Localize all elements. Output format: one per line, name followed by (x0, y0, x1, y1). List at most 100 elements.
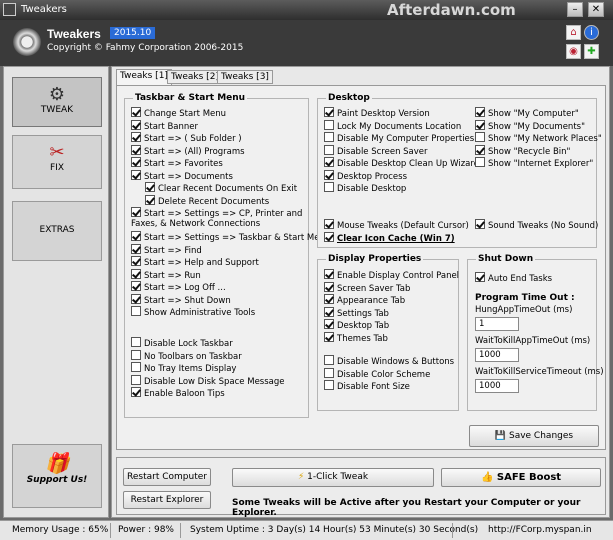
checkbox-change-start-menu[interactable]: Change Start Menu (131, 107, 226, 120)
checkbox-lock-my-documents[interactable]: Lock My Documents Location (324, 119, 461, 133)
checkbox-box[interactable] (131, 268, 141, 279)
checkbox-disable-cleanup-wizard[interactable]: Disable Desktop Clean Up Wizard (324, 157, 479, 170)
one-click-tweak-button[interactable]: ⚡ 1-Click Tweak (232, 468, 434, 487)
checkbox-box[interactable] (131, 256, 141, 266)
checkbox-run[interactable]: Start => Run (131, 268, 201, 282)
checkbox-box[interactable] (131, 306, 141, 316)
checkbox-box[interactable] (475, 107, 485, 117)
checkbox-mouse-tweaks[interactable]: Mouse Tweaks (Default Cursor) (324, 219, 469, 232)
checkbox-box[interactable] (131, 293, 141, 304)
checkbox-box[interactable] (131, 207, 141, 217)
checkbox-no-tray-items[interactable]: No Tray Items Display (131, 362, 236, 375)
checkbox-appearance-tab[interactable]: Appearance Tab (324, 294, 405, 307)
checkbox-all-programs[interactable]: Start => (All) Programs (131, 144, 245, 158)
support-us-button[interactable]: 🎁 Support Us! (12, 444, 102, 508)
tab-tweaks-3[interactable]: Tweaks [3] (217, 70, 273, 84)
website-link[interactable]: http://FCorp.myspan.in (488, 525, 592, 535)
checkbox-baloon-tips[interactable]: Enable Baloon Tips (131, 387, 225, 400)
checkbox-desktop-tab[interactable]: Desktop Tab (324, 319, 389, 332)
sidebar-item-extras[interactable]: EXTRAS (12, 201, 102, 261)
checkbox-box[interactable] (324, 269, 334, 279)
checkbox-box[interactable] (475, 144, 485, 155)
checkbox-box[interactable] (324, 281, 334, 292)
checkbox-desktop-process[interactable]: Desktop Process (324, 169, 407, 183)
checkbox-sound-tweaks[interactable]: Sound Tweaks (No Sound) (475, 219, 598, 232)
checkbox-settings-cp[interactable]: Start => Settings => CP, Printer and Fax… (131, 207, 306, 229)
checkbox-box[interactable] (475, 272, 485, 282)
checkbox-disable-desktop[interactable]: Disable Desktop (324, 182, 406, 195)
checkbox-box[interactable] (324, 169, 334, 180)
checkbox-box[interactable] (131, 169, 141, 180)
checkbox-show-recycle-bin[interactable]: Show "Recycle Bin" (475, 144, 570, 158)
safe-boost-button[interactable]: 👍 SAFE Boost (441, 468, 601, 487)
checkbox-box[interactable] (324, 132, 334, 142)
minimize-button[interactable]: – (567, 2, 583, 17)
checkbox-box[interactable] (324, 355, 334, 365)
checkbox-box[interactable] (324, 219, 334, 229)
checkbox-box[interactable] (131, 362, 141, 372)
checkbox-box[interactable] (131, 132, 141, 142)
checkbox-log-off[interactable]: Start => Log Off ... (131, 281, 226, 294)
tab-tweaks-1[interactable]: Tweaks [1] (116, 69, 172, 85)
checkbox-sub-folder[interactable]: Start => ( Sub Folder ) (131, 132, 242, 145)
hung-app-timeout-input[interactable]: 1 (475, 317, 519, 331)
checkbox-box[interactable] (475, 119, 485, 130)
restart-explorer-button[interactable]: Restart Explorer (123, 491, 211, 509)
checkbox-box[interactable] (131, 281, 141, 291)
checkbox-box[interactable] (324, 331, 334, 342)
home-icon[interactable]: ⌂ (566, 25, 581, 40)
checkbox-box[interactable] (324, 107, 334, 117)
save-changes-button[interactable]: 💾 Save Changes (469, 425, 599, 447)
checkbox-box[interactable] (131, 337, 141, 347)
checkbox-auto-end-tasks[interactable]: Auto End Tasks (475, 272, 552, 285)
checkbox-box[interactable] (145, 194, 155, 205)
checkbox-box[interactable] (324, 144, 334, 155)
checkbox-box[interactable] (324, 367, 334, 378)
checkbox-box[interactable] (131, 349, 141, 360)
checkbox-no-toolbars[interactable]: No Toolbars on Taskbar (131, 349, 242, 363)
checkbox-settings-tab[interactable]: Settings Tab (324, 306, 389, 320)
checkbox-delete-recent-docs[interactable]: Delete Recent Documents (145, 194, 269, 208)
checkbox-low-disk-space[interactable]: Disable Low Disk Space Message (131, 374, 285, 388)
checkbox-box[interactable] (131, 387, 141, 397)
checkbox-box[interactable] (131, 144, 141, 155)
tab-tweaks-2[interactable]: Tweaks [2] (167, 70, 223, 84)
checkbox-favorites[interactable]: Start => Favorites (131, 157, 223, 170)
checkbox-box[interactable] (324, 306, 334, 317)
checkbox-shut-down[interactable]: Start => Shut Down (131, 293, 231, 307)
checkbox-box[interactable] (324, 380, 334, 390)
checkbox-find[interactable]: Start => Find (131, 243, 202, 257)
checkbox-box[interactable] (475, 132, 485, 142)
checkbox-help[interactable]: Start => Help and Support (131, 256, 259, 269)
rss-icon[interactable]: ◉ (566, 44, 581, 59)
checkbox-show-my-computer[interactable]: Show "My Computer" (475, 107, 579, 120)
checkbox-box[interactable] (324, 294, 334, 304)
sidebar-item-tweak[interactable]: ⚙ TWEAK (12, 77, 102, 127)
restart-computer-button[interactable]: Restart Computer (123, 468, 211, 486)
checkbox-box[interactable] (475, 157, 485, 167)
checkbox-box[interactable] (131, 107, 141, 117)
checkbox-paint-desktop-version[interactable]: Paint Desktop Version (324, 107, 430, 120)
checkbox-disable-windows-buttons[interactable]: Disable Windows & Buttons (324, 355, 454, 368)
checkbox-start-banner[interactable]: Start Banner (131, 119, 198, 133)
checkbox-settings-taskbar[interactable]: Start => Settings => Taskbar & Start Men… (131, 231, 330, 244)
checkbox-enable-display-cp[interactable]: Enable Display Control Panel (324, 269, 459, 282)
checkbox-box[interactable] (145, 182, 155, 192)
wait-kill-service-timeout-input[interactable]: 1000 (475, 379, 519, 393)
checkbox-disable-lock-taskbar[interactable]: Disable Lock Taskbar (131, 337, 233, 350)
checkbox-box[interactable] (324, 232, 334, 242)
checkbox-screen-saver-tab[interactable]: Screen Saver Tab (324, 281, 410, 295)
sidebar-item-fix[interactable]: ✂ FIX (12, 135, 102, 189)
checkbox-disable-color-scheme[interactable]: Disable Color Scheme (324, 367, 430, 381)
checkbox-clear-recent-docs[interactable]: Clear Recent Documents On Exit (145, 182, 297, 195)
checkbox-box[interactable] (131, 374, 141, 385)
info-icon[interactable]: i (584, 25, 599, 40)
checkbox-disable-my-computer-props[interactable]: Disable My Computer Properties (324, 132, 474, 145)
checkbox-box[interactable] (131, 119, 141, 130)
checkbox-documents[interactable]: Start => Documents (131, 169, 233, 183)
checkbox-admin-tools[interactable]: Show Administrative Tools (131, 306, 255, 319)
checkbox-clear-icon-cache[interactable]: Clear Icon Cache (Win 7) (324, 232, 455, 245)
checkbox-show-internet-explorer[interactable]: Show "Internet Explorer" (475, 157, 593, 170)
checkbox-box[interactable] (324, 157, 334, 167)
checkbox-show-network-places[interactable]: Show "My Network Places" (475, 132, 602, 145)
